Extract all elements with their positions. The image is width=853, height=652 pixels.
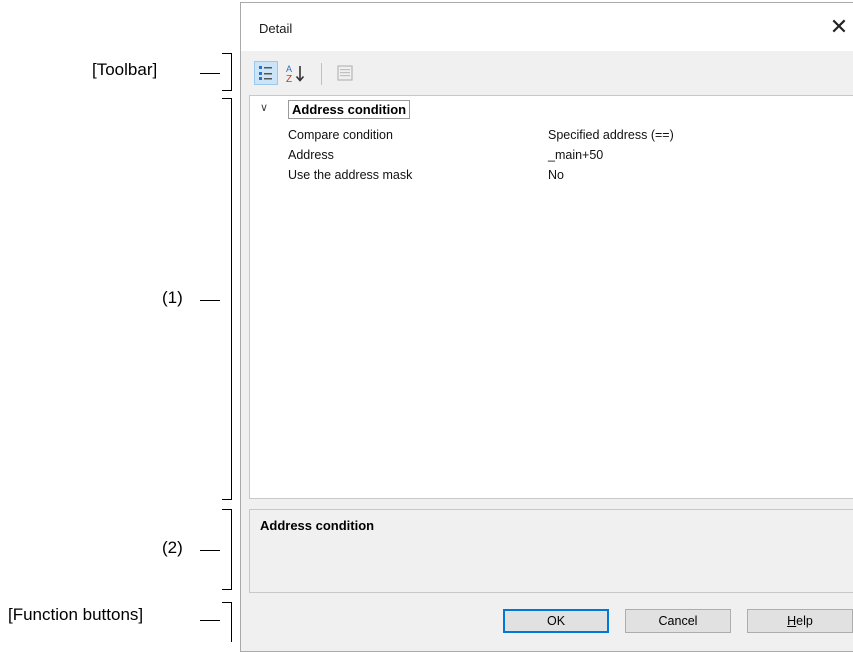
property-value[interactable]: _main+50 [548,148,603,162]
callout-grid-label: (1) [162,288,183,307]
toolbar-separator [321,63,322,85]
description-title: Address condition [260,518,375,533]
help-label-rest: elp [796,614,813,628]
callout-description-label: (2) [162,538,183,557]
title-bar: Detail ✕ [241,3,853,51]
detail-dialog: Detail ✕ A Z ∨ Address condition Compare… [240,2,853,652]
category-label: Address condition [288,100,411,119]
cancel-button[interactable]: Cancel [625,609,731,633]
dialog-title: Detail [259,21,293,36]
categorized-view-button[interactable] [254,61,278,85]
callout-grid-tick [200,300,220,301]
help-accelerator-key: H [787,614,797,628]
sort-alphabetical-button[interactable]: A Z [284,61,308,85]
callout-toolbar-tick [200,73,220,74]
callout-toolbar-label: [Toolbar] [92,60,158,79]
ok-button[interactable]: OK [503,609,609,633]
property-row[interactable]: Address _main+50 [250,146,853,166]
close-icon: ✕ [829,14,849,39]
property-row[interactable]: Use the address mask No [250,166,853,186]
callout-buttons-tick [200,620,220,621]
categorized-view-icon [259,66,272,80]
property-name: Use the address mask [288,168,413,182]
property-value[interactable]: No [548,168,564,182]
property-row[interactable]: Compare condition Specified address (==) [250,126,853,146]
callout-toolbar-bracket [222,53,232,91]
chevron-down-icon[interactable]: ∨ [260,101,268,114]
category-row[interactable]: ∨ Address condition [250,100,853,119]
property-grid: ∨ Address condition Compare condition Sp… [249,95,853,499]
toolbar: A Z [241,55,853,91]
property-pages-button[interactable] [333,61,357,85]
property-value[interactable]: Specified address (==) [548,128,674,142]
svg-text:A: A [286,64,292,74]
help-button[interactable]: Help [747,609,853,633]
callout-buttons-label: [Function buttons] [8,605,144,624]
svg-text:Z: Z [286,74,292,83]
property-name: Address [288,148,334,162]
description-panel: Address condition [249,509,853,593]
callout-buttons-bracket [222,602,232,642]
callout-grid-bracket [222,98,232,500]
property-name: Compare condition [288,128,393,142]
callout-description-tick [200,550,220,551]
property-pages-icon [337,65,353,81]
close-button[interactable]: ✕ [825,13,853,41]
callout-description-bracket [222,509,232,590]
sort-alphabetical-icon: A Z [286,64,305,83]
